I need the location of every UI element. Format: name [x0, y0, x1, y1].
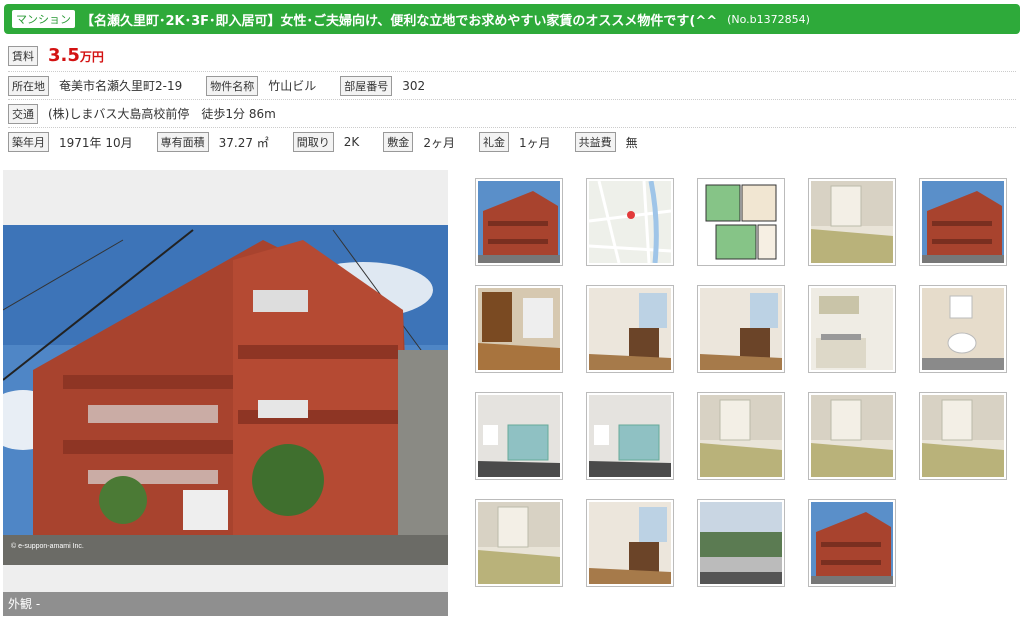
- layout-value: 2K: [343, 135, 360, 149]
- built-value: 1971年 10月: [59, 135, 133, 150]
- thumbnail-image: [700, 288, 782, 370]
- thumbnail-image: [589, 181, 671, 263]
- rent-row: 賃料 3.5万円: [8, 40, 1016, 72]
- thumbnail-window-room[interactable]: [475, 499, 563, 587]
- main-photo[interactable]: © e-suppon-amami Inc. 外観 -: [3, 170, 448, 616]
- thumbnail-view[interactable]: [697, 499, 785, 587]
- thumbnail-image: [811, 288, 893, 370]
- building-value: 竹山ビル: [268, 79, 317, 93]
- thumbnail-image: [811, 502, 893, 584]
- deposit-label: 敷金: [383, 132, 414, 152]
- thumbnail-entrance[interactable]: [475, 285, 563, 373]
- thumbnail-image: [589, 288, 671, 370]
- thumbnail-image: [589, 502, 671, 584]
- thumbnail-kitchen[interactable]: [808, 285, 896, 373]
- thumbnail-exterior-1[interactable]: [475, 178, 563, 266]
- thumbnail-image: [478, 288, 560, 370]
- thumbnail-image: [700, 502, 782, 584]
- deposit-value: 2ヶ月: [423, 135, 455, 150]
- thumbnail-hallway[interactable]: [697, 285, 785, 373]
- thumbnail-image: [700, 181, 782, 263]
- photo-caption: 外観 -: [3, 592, 448, 616]
- room-label: 部屋番号: [340, 75, 393, 96]
- thumbnail-image: [811, 395, 893, 477]
- thumbnail-image: [478, 181, 560, 263]
- thumbnail-image: [922, 395, 1004, 477]
- location-row: 所在地 奄美市名瀬久里町2-19 物件名称 竹山ビル 部屋番号 302: [8, 72, 1016, 100]
- thumbnail-image: [478, 502, 560, 584]
- thumbnail-exterior-2[interactable]: [919, 178, 1007, 266]
- rent-amount: 3.5万円: [48, 45, 104, 66]
- thumbnail-tatami-room-2[interactable]: [697, 392, 785, 480]
- thumbnail-image: [922, 181, 1004, 263]
- commonfee-label: 共益費: [574, 132, 616, 152]
- thumbnail-image: [700, 395, 782, 477]
- thumbnail-floorplan[interactable]: [697, 178, 785, 266]
- built-label: 築年月: [8, 132, 49, 152]
- access-label: 交通: [8, 103, 38, 124]
- commonfee-value: 無: [625, 135, 638, 150]
- thumbnail-tatami-room-1[interactable]: [808, 178, 896, 266]
- listing-title: 【名瀬久里町･2K･3F･即入居可】女性･ご夫婦向け、便利な立地でお求めやすい家…: [81, 13, 718, 29]
- thumbnail-tatami-room-3[interactable]: [919, 392, 1007, 480]
- listing-number: (No.b1372854): [727, 12, 810, 26]
- area-value: 37.27 ㎡: [218, 135, 269, 150]
- thumbnail-image: [589, 395, 671, 477]
- rent-label: 賃料: [8, 45, 38, 66]
- thumbnail-image: [811, 181, 893, 263]
- thumbnail-curtain-window[interactable]: [586, 499, 674, 587]
- building-exterior-image: © e-suppon-amami Inc.: [3, 225, 448, 565]
- thumbnail-map[interactable]: [586, 178, 674, 266]
- location-value: 奄美市名瀬久里町2-19: [59, 79, 183, 93]
- property-type-badge: マンション: [12, 10, 75, 28]
- area-label: 専有面積: [156, 132, 209, 152]
- thumbnail-bathtub[interactable]: [586, 392, 674, 480]
- location-label: 所在地: [8, 75, 49, 96]
- thumbnail-image: [922, 288, 1004, 370]
- building-label: 物件名称: [206, 75, 259, 96]
- access-row: 交通 (株)しまバス大島高校前停 徒歩1分 86m: [8, 100, 1016, 128]
- thumbnail-sliding-door[interactable]: [808, 392, 896, 480]
- thumbnail-balcony[interactable]: [808, 499, 896, 587]
- thumbnail-image: [478, 395, 560, 477]
- svg-text:© e-suppon-amami Inc.: © e-suppon-amami Inc.: [11, 542, 84, 550]
- thumbnail-bathroom-1[interactable]: [475, 392, 563, 480]
- thumbnail-closet[interactable]: [586, 285, 674, 373]
- keymoney-label: 礼金: [478, 132, 509, 152]
- spec-row: 築年月 1971年 10月 専有面積 37.27 ㎡ 間取り 2K 敷金 2ヶ月…: [8, 128, 1016, 156]
- keymoney-value: 1ヶ月: [518, 135, 551, 150]
- room-value: 302: [402, 78, 426, 93]
- layout-label: 間取り: [292, 132, 334, 152]
- thumbnail-toilet[interactable]: [919, 285, 1007, 373]
- listing-header: マンション 【名瀬久里町･2K･3F･即入居可】女性･ご夫婦向け、便利な立地でお…: [4, 4, 1020, 34]
- access-value: (株)しまバス大島高校前停 徒歩1分 86m: [48, 107, 276, 121]
